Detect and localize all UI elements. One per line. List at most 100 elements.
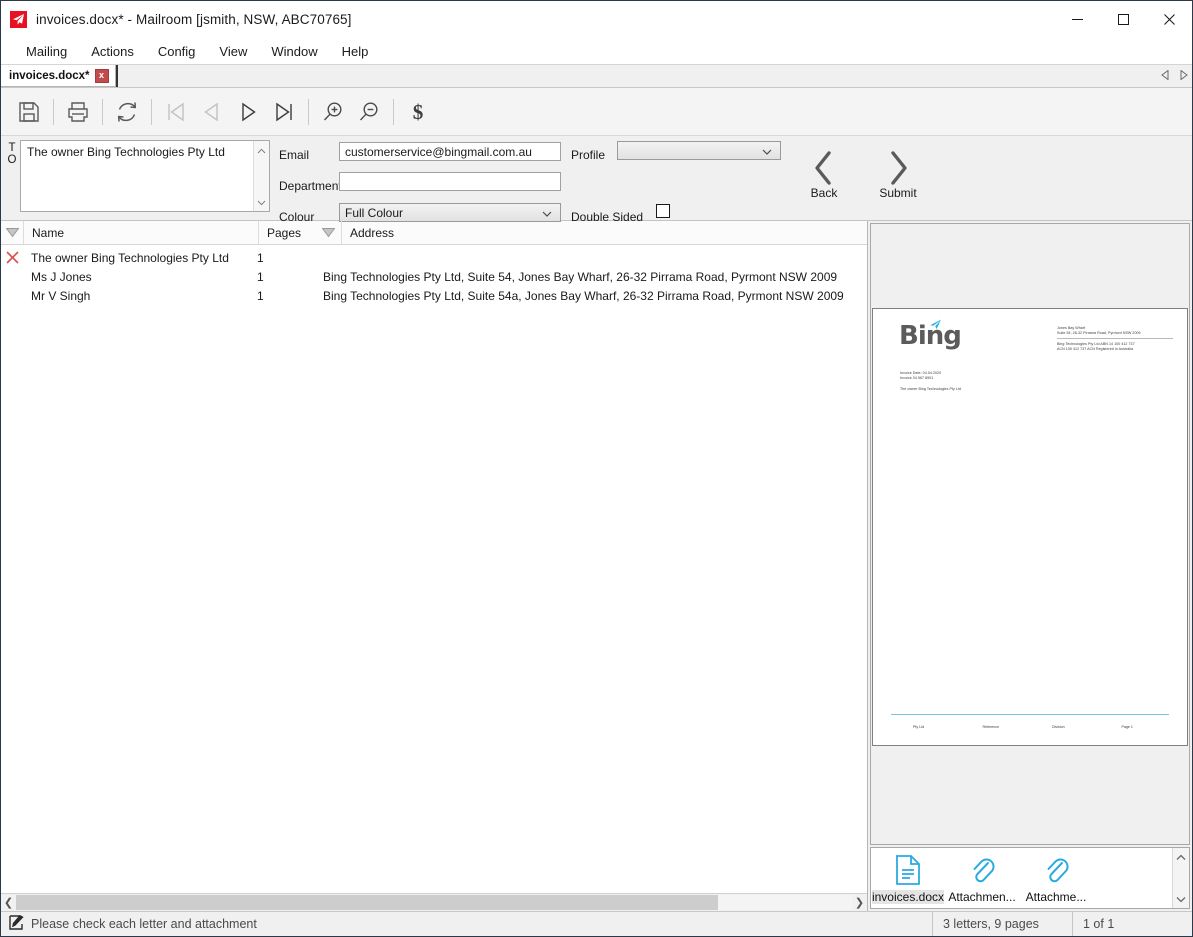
maximize-button[interactable] [1100,1,1146,38]
email-label: Email [279,148,310,162]
to-scrollbar[interactable] [253,141,269,211]
print-icon[interactable] [60,94,96,130]
preview-footer-col-2: Reference [982,724,1000,729]
preview-footer: Pty Ltd Reference Division Page 1 [891,725,1169,729]
application-window: invoices.docx* - Mailroom [jsmith, NSW, … [0,0,1193,937]
attachment-label: Attachmen... [948,889,1016,904]
status-bar: Please check each letter and attachment … [1,911,1192,936]
bing-logo: Bing [899,319,962,349]
status-message-area: Please check each letter and attachment [1,914,932,933]
attachment-label: invoices.docx [871,889,945,904]
menu-bar: Mailing Actions Config View Window Help [1,38,1192,64]
preview-footer-col-4: Page 1 [1121,724,1133,729]
preview-body-gap [900,380,961,387]
tab-invoices-docx[interactable]: invoices.docx* x [1,65,116,87]
paperclip-icon [1043,855,1069,888]
attachment-1[interactable]: Attachmen... [945,848,1019,908]
tab-nav [1161,65,1188,87]
paperclip-icon [969,855,995,888]
toolbar-separator [102,98,103,125]
close-button[interactable] [1146,1,1192,38]
menu-item-actions[interactable]: Actions [80,41,145,62]
to-field[interactable]: The owner Bing Technologies Pty Ltd [20,140,270,212]
next-page-icon[interactable] [230,94,266,130]
status-letters-pages: 3 letters, 9 pages [932,912,1072,936]
row-pages: 1 [257,269,264,284]
cost-icon[interactable]: $ [400,94,436,130]
menu-item-help[interactable]: Help [331,41,380,62]
scroll-up-icon[interactable] [257,143,266,157]
first-page-icon[interactable] [158,94,194,130]
scroll-thumb[interactable] [16,895,719,910]
zoom-out-icon[interactable] [351,94,387,130]
error-x-icon [1,251,23,264]
grid-horizontal-scrollbar[interactable]: ❮ ❯ [1,893,867,911]
attachments-bar: invoices.docx Attachmen... Attachme... [870,847,1190,909]
attachment-invoices-docx[interactable]: invoices.docx [871,848,945,908]
recipients-pane: Name Pages Address The owner Bing Techno… [1,221,868,911]
scroll-down-icon[interactable] [1176,892,1186,906]
to-value: The owner Bing Technologies Pty Ltd [27,145,225,159]
column-label-pages: Pages [267,225,302,240]
svg-text:$: $ [413,100,424,124]
column-header-address[interactable]: Address [342,221,867,244]
attachment-label: Attachme... [1025,889,1087,904]
refresh-icon[interactable] [109,94,145,130]
scroll-track[interactable] [16,895,852,910]
grid-filter-corner[interactable] [1,221,24,244]
row-address: Bing Technologies Pty Ltd, Suite 54, Jon… [323,269,838,284]
tab-scroll-right-icon[interactable] [1179,69,1188,83]
status-page-of: 1 of 1 [1072,912,1192,936]
paper-plane-icon [10,11,27,28]
zoom-in-icon[interactable] [315,94,351,130]
row-pages: 1 [257,288,264,303]
document-icon [895,854,921,888]
double-sided-checkbox[interactable] [656,204,670,218]
menu-item-mailing[interactable]: Mailing [15,41,78,62]
scroll-left-icon[interactable]: ❮ [1,896,16,909]
profile-label: Profile [571,148,606,162]
save-icon[interactable] [11,94,47,130]
scroll-up-icon[interactable] [1176,850,1186,864]
table-row[interactable]: Ms J Jones 1 Bing Technologies Pty Ltd, … [1,267,867,286]
document-preview[interactable]: Bing Jones Bay Wharf Suite 54, 26-32 Pir… [870,223,1190,845]
column-header-pages[interactable]: Pages [259,221,342,244]
colour-dropdown[interactable]: Full Colour [339,203,561,222]
attachment-2[interactable]: Attachme... [1019,848,1093,908]
grid-header: Name Pages Address [1,221,867,245]
grid-rows: The owner Bing Technologies Pty Ltd 1 Ms… [1,245,867,893]
tab-caret [115,65,118,87]
table-row[interactable]: Mr V Singh 1 Bing Technologies Pty Ltd, … [1,286,867,305]
menu-item-view[interactable]: View [208,41,258,62]
column-label-name: Name [32,225,65,240]
edit-document-icon [9,914,24,933]
email-input[interactable] [339,142,561,161]
submit-button[interactable]: Submit [868,148,928,200]
tab-close-icon[interactable]: x [94,68,109,83]
menu-item-config[interactable]: Config [147,41,207,62]
table-row[interactable]: The owner Bing Technologies Pty Ltd 1 [1,248,867,267]
profile-dropdown[interactable] [617,141,781,160]
department-input[interactable] [339,172,561,191]
toolbar-separator [53,98,54,125]
row-address: Bing Technologies Pty Ltd, Suite 54a, Jo… [323,288,844,303]
prev-page-icon[interactable] [194,94,230,130]
scroll-down-icon[interactable] [257,195,266,209]
chevron-down-icon [762,144,772,158]
window-title: invoices.docx* - Mailroom [jsmith, NSW, … [36,12,352,27]
preview-recipient: The owner Bing Technologies Pty Ltd [900,387,962,392]
attachments-scrollbar[interactable] [1172,848,1189,908]
back-button[interactable]: Back [794,148,854,200]
menu-item-window[interactable]: Window [260,41,328,62]
tab-scroll-left-icon[interactable] [1161,69,1170,83]
to-label: TO [7,142,17,166]
submit-label: Submit [879,186,917,200]
column-header-name[interactable]: Name [24,221,259,244]
window-controls [1054,1,1192,38]
preview-footer-rule [891,714,1169,715]
chevron-left-icon [794,148,854,188]
preview-pane: Bing Jones Bay Wharf Suite 54, 26-32 Pir… [868,221,1192,911]
minimize-button[interactable] [1054,1,1100,38]
scroll-right-icon[interactable]: ❯ [852,896,867,909]
last-page-icon[interactable] [266,94,302,130]
